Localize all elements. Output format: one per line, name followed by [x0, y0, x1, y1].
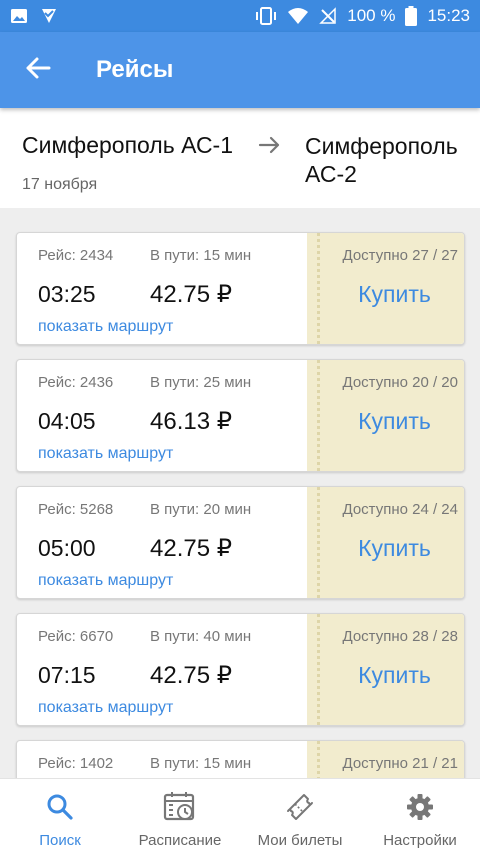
- show-route-link[interactable]: показать маршрут: [38, 699, 173, 717]
- trip-price: 42.75 ₽: [150, 535, 232, 562]
- trip-info: Рейс: 6670 В пути: 40 мин 07:15 42.75 ₽ …: [17, 614, 307, 725]
- battery-icon: [405, 6, 418, 26]
- ticket-stub: Доступно 28 / 28 Купить: [307, 614, 464, 725]
- trip-duration: В пути: 25 мин: [150, 374, 252, 391]
- buy-button[interactable]: Купить: [327, 535, 462, 562]
- trip-card[interactable]: Рейс: 6670 В пути: 40 мин 07:15 42.75 ₽ …: [16, 613, 465, 726]
- wifi-icon: [287, 7, 309, 25]
- trip-number: Рейс: 1402: [38, 755, 114, 772]
- nav-label: Поиск: [39, 832, 81, 849]
- show-route-link[interactable]: показать маршрут: [38, 445, 173, 463]
- trip-duration: В пути: 15 мин: [150, 755, 252, 772]
- battery-percent: 100 %: [347, 6, 396, 25]
- image-icon: [10, 7, 28, 25]
- trip-card[interactable]: Рейс: 2434 В пути: 15 мин 03:25 42.75 ₽ …: [16, 232, 465, 345]
- status-bar: 100 % 15:23: [0, 0, 480, 32]
- bottom-navigation: Поиск Расписание Мои билеты Настройки: [0, 778, 480, 853]
- trip-date: 17 ноября: [22, 176, 98, 193]
- nav-label: Расписание: [138, 832, 222, 849]
- departure-time: 04:05: [38, 408, 96, 434]
- ticket-stub: Доступно 27 / 27 Купить: [307, 233, 464, 344]
- clock: 15:23: [427, 6, 470, 25]
- trip-number: Рейс: 2436: [38, 374, 114, 391]
- ticket-stub: Доступно 21 / 21: [307, 741, 464, 778]
- departure-time: 07:15: [38, 662, 96, 688]
- perforation-divider: [317, 233, 320, 344]
- trip-list[interactable]: Рейс: 2434 В пути: 15 мин 03:25 42.75 ₽ …: [0, 208, 480, 778]
- seat-availability: Доступно 24 / 24: [342, 501, 459, 518]
- ticket-stub: Доступно 24 / 24 Купить: [307, 487, 464, 598]
- trip-card[interactable]: Рейс: 5268 В пути: 20 мин 05:00 42.75 ₽ …: [16, 486, 465, 599]
- arrow-back-icon: [25, 55, 51, 86]
- notification-check-icon: [40, 7, 58, 25]
- trip-info: Рейс: 1402 В пути: 15 мин: [17, 741, 307, 778]
- perforation-divider: [317, 741, 320, 778]
- nav-item-settings[interactable]: Настройки: [360, 779, 480, 853]
- route-header: Симферополь АС-1 17 ноября Симферополь А…: [0, 108, 480, 208]
- trip-price: 42.75 ₽: [150, 662, 232, 689]
- vibrate-icon: [255, 6, 277, 26]
- show-route-link[interactable]: показать маршрут: [38, 572, 173, 590]
- settings-icon: [405, 792, 435, 822]
- search-icon: [46, 792, 74, 822]
- arrow-right-icon: [258, 134, 282, 161]
- departure-time: 03:25: [38, 281, 96, 307]
- departure-station: Симферополь АС-1: [22, 132, 233, 158]
- perforation-divider: [317, 360, 320, 471]
- trip-info: Рейс: 2434 В пути: 15 мин 03:25 42.75 ₽ …: [17, 233, 307, 344]
- page-title: Рейсы: [96, 56, 174, 83]
- trip-duration: В пути: 15 мин: [150, 247, 252, 264]
- nav-label: Мои билеты: [257, 832, 343, 849]
- trip-info: Рейс: 5268 В пути: 20 мин 05:00 42.75 ₽ …: [17, 487, 307, 598]
- trip-number: Рейс: 6670: [38, 628, 114, 645]
- trip-number: Рейс: 5268: [38, 501, 114, 518]
- nav-item-my-tickets[interactable]: Мои билеты: [240, 779, 360, 853]
- trip-card[interactable]: Рейс: 2436 В пути: 25 мин 04:05 46.13 ₽ …: [16, 359, 465, 472]
- trip-card[interactable]: Рейс: 1402 В пути: 15 мин Доступно 21 / …: [16, 740, 465, 778]
- schedule-icon: [163, 792, 197, 822]
- ticket-stub: Доступно 20 / 20 Купить: [307, 360, 464, 471]
- buy-button[interactable]: Купить: [327, 408, 462, 435]
- trip-number: Рейс: 2434: [38, 247, 114, 264]
- seat-availability: Доступно 20 / 20: [342, 374, 459, 391]
- app-bar: Рейсы: [0, 32, 480, 108]
- trip-info: Рейс: 2436 В пути: 25 мин 04:05 46.13 ₽ …: [17, 360, 307, 471]
- departure-time: 05:00: [38, 535, 96, 561]
- nav-item-schedule[interactable]: Расписание: [120, 779, 240, 853]
- ticket-icon: [284, 792, 316, 822]
- perforation-divider: [317, 614, 320, 725]
- seat-availability: Доступно 21 / 21: [342, 755, 459, 772]
- seat-availability: Доступно 27 / 27: [342, 247, 459, 264]
- buy-button[interactable]: Купить: [327, 662, 462, 689]
- seat-availability: Доступно 28 / 28: [342, 628, 459, 645]
- trip-price: 46.13 ₽: [150, 408, 232, 435]
- back-button[interactable]: [0, 32, 76, 108]
- no-signal-icon: [319, 7, 337, 25]
- trip-duration: В пути: 20 мин: [150, 501, 252, 518]
- trip-price: 42.75 ₽: [150, 281, 232, 308]
- trip-duration: В пути: 40 мин: [150, 628, 252, 645]
- nav-item-search[interactable]: Поиск: [0, 779, 120, 853]
- perforation-divider: [317, 487, 320, 598]
- nav-label: Настройки: [383, 832, 457, 849]
- buy-button[interactable]: Купить: [327, 281, 462, 308]
- arrival-station: Симферополь АС-2: [305, 133, 458, 187]
- show-route-link[interactable]: показать маршрут: [38, 318, 173, 336]
